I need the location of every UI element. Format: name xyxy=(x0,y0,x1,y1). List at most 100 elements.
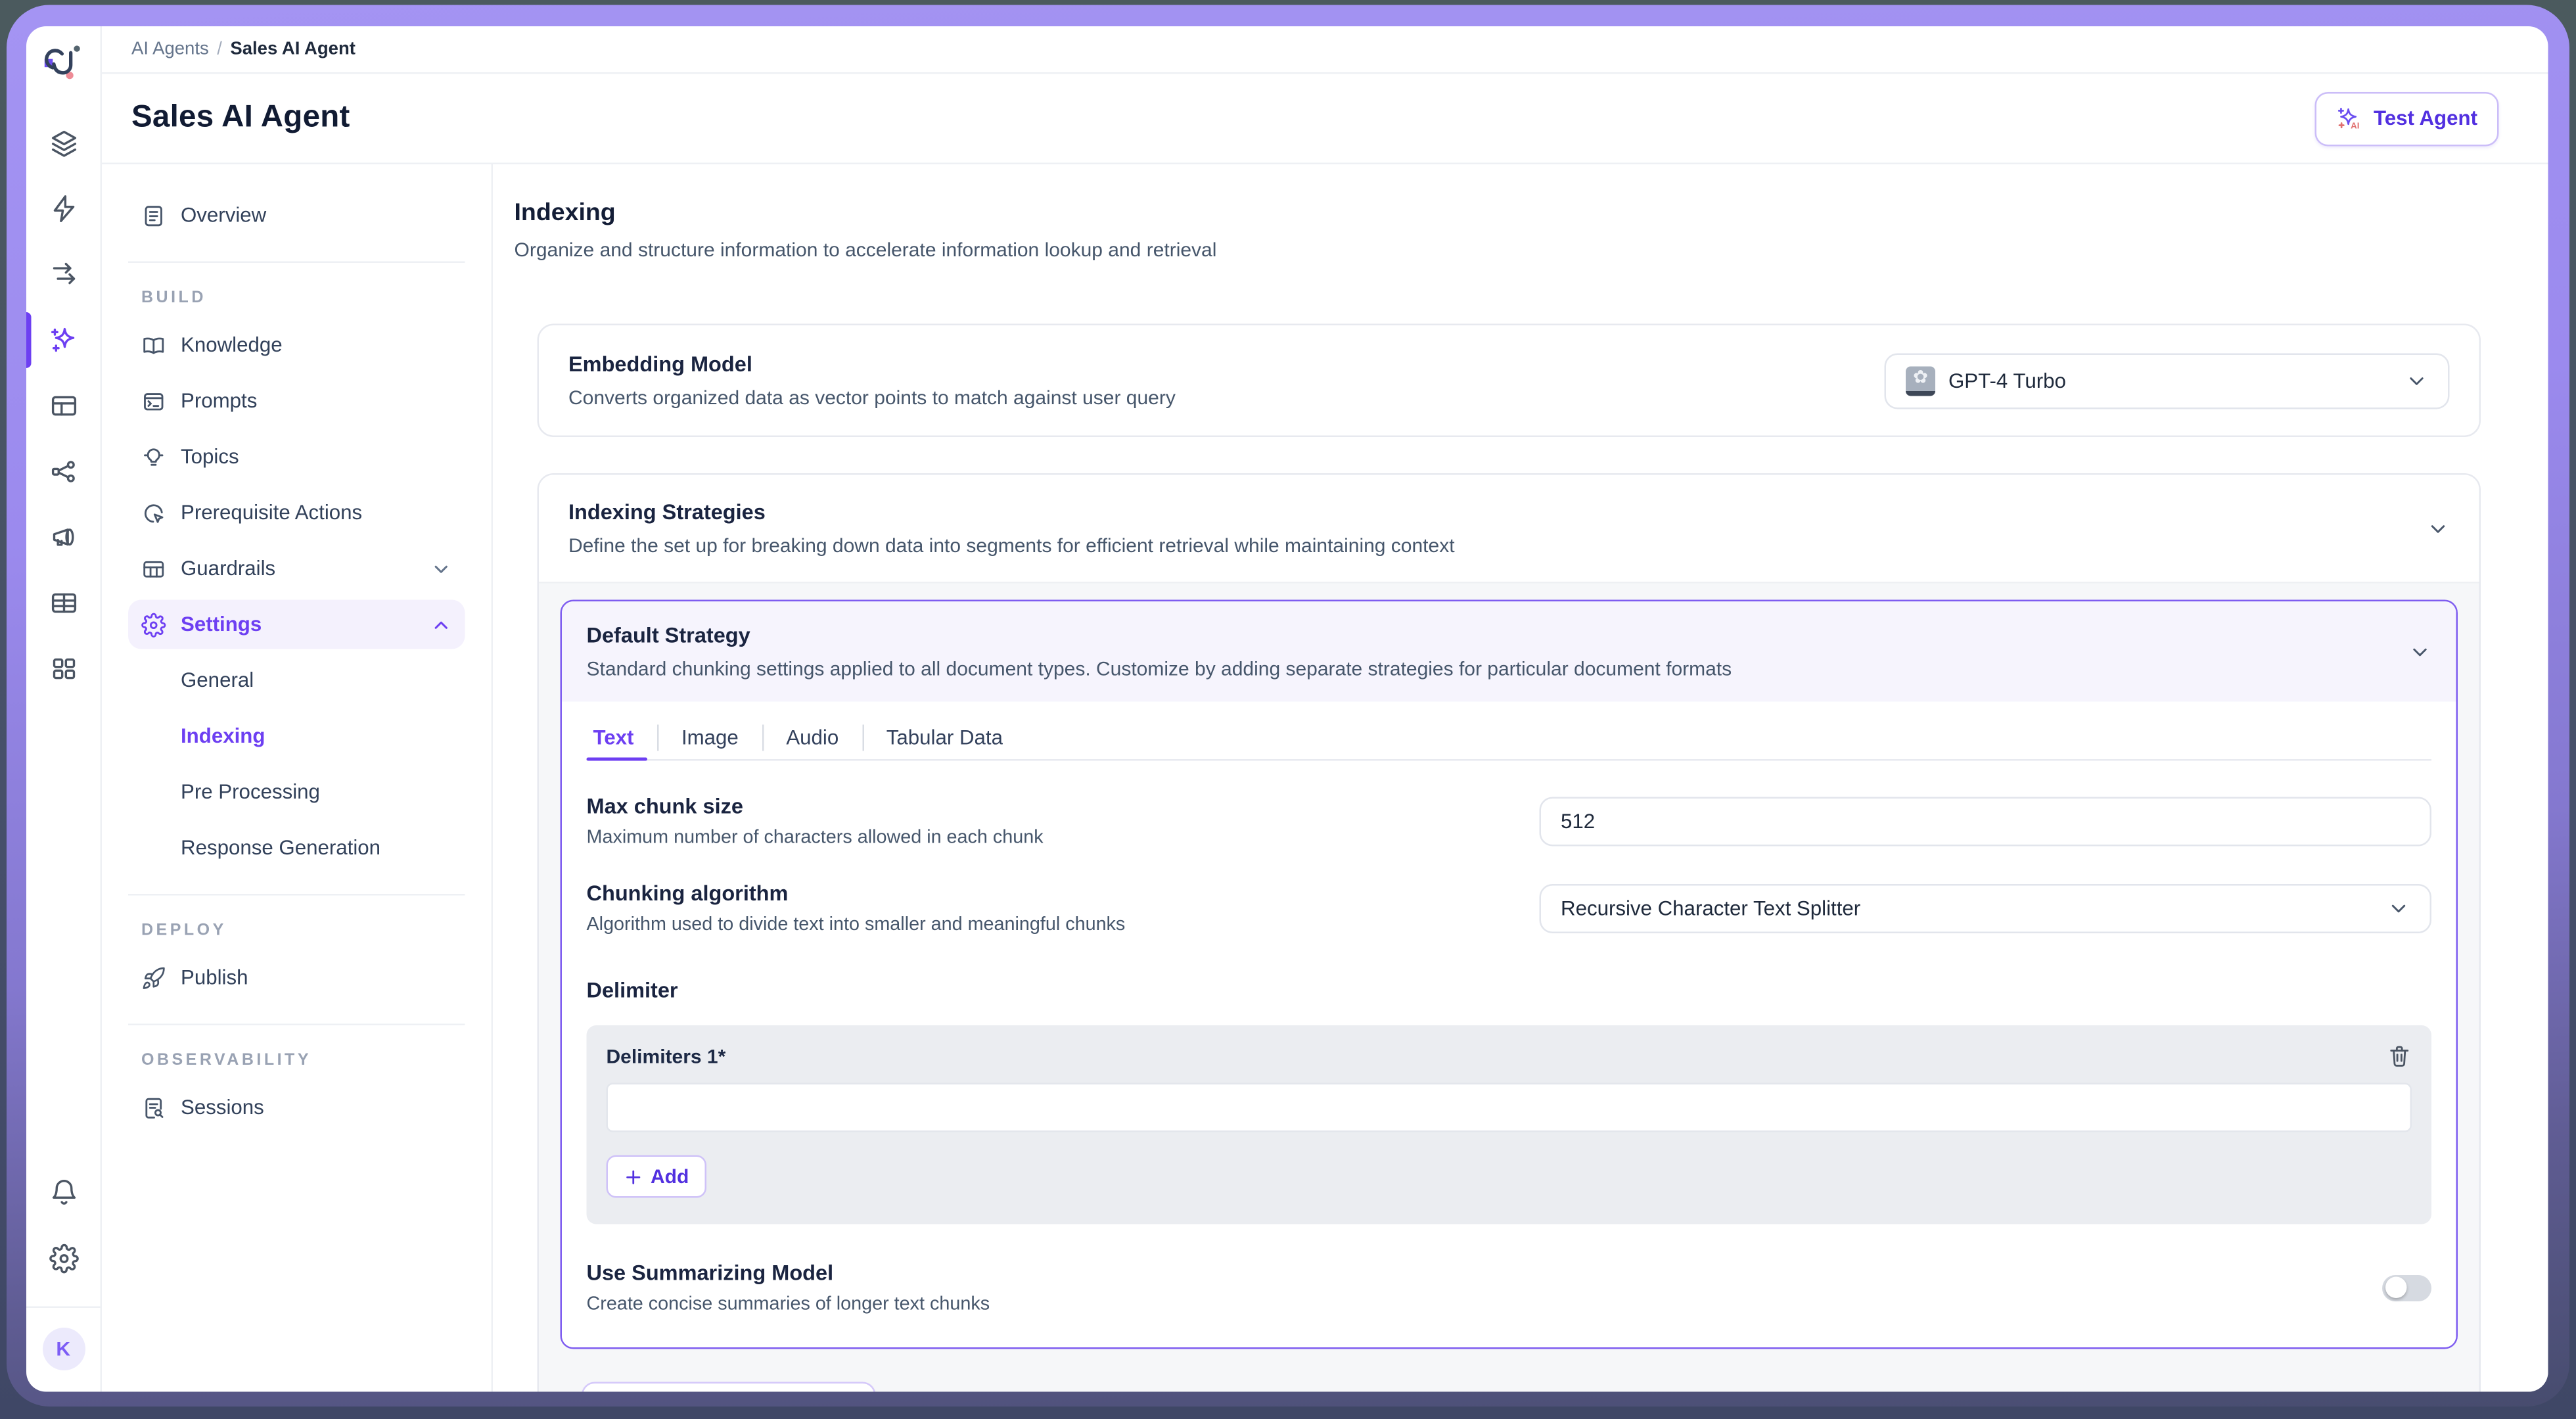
sidebar-item-knowledge[interactable]: Knowledge xyxy=(128,321,465,370)
indexing-strategies-header[interactable]: Indexing Strategies Define the set up fo… xyxy=(539,475,2479,582)
file-text-icon xyxy=(141,203,166,228)
max-chunk-size-label: Max chunk size xyxy=(587,794,1044,819)
trash-icon[interactable] xyxy=(2387,1044,2412,1069)
tab-image[interactable]: Image xyxy=(658,716,762,759)
breadcrumb-current: Sales AI Agent xyxy=(230,39,356,59)
sidebar-item-general[interactable]: General xyxy=(128,656,465,705)
sidebar-item-prerequisite-actions[interactable]: Prerequisite Actions xyxy=(128,488,465,538)
embedding-model-description: Converts organized data as vector points… xyxy=(568,386,1176,409)
summarizing-model-info: Use Summarizing Model Create concise sum… xyxy=(587,1261,990,1315)
sidebar-item-sessions[interactable]: Sessions xyxy=(128,1083,465,1132)
gear-icon[interactable] xyxy=(49,1244,78,1274)
sparkles-icon[interactable] xyxy=(49,325,78,355)
chevron-down-icon[interactable] xyxy=(2408,640,2431,663)
nav-section-observability: OBSERVABILITY xyxy=(141,1052,465,1070)
plus-icon xyxy=(624,1167,643,1186)
embedding-model-label: Embedding Model xyxy=(568,352,1176,377)
summarizing-model-toggle[interactable] xyxy=(2382,1274,2431,1301)
sidebar-item-indexing[interactable]: Indexing xyxy=(128,712,465,761)
add-delimiter-label: Add xyxy=(651,1165,689,1188)
rocket-icon xyxy=(141,965,166,990)
sidebar-item-settings[interactable]: Settings xyxy=(128,600,465,649)
zap-icon[interactable] xyxy=(49,194,78,223)
max-chunk-size-row: Max chunk size Maximum number of charact… xyxy=(587,794,2432,849)
default-strategy-header[interactable]: Default Strategy Standard chunking setti… xyxy=(562,601,2456,702)
rail-divider xyxy=(26,1307,101,1309)
tab-tabular-data[interactable]: Tabular Data xyxy=(863,716,1026,759)
max-chunk-size-input[interactable] xyxy=(1540,796,2432,845)
chunking-algorithm-info: Chunking algorithm Algorithm used to div… xyxy=(587,881,1126,935)
table-grid-icon xyxy=(141,556,166,581)
sidebar-item-publish[interactable]: Publish xyxy=(128,953,465,1002)
nav-divider xyxy=(128,262,465,264)
table-icon[interactable] xyxy=(49,588,78,618)
sidebar-item-overview[interactable]: Overview xyxy=(128,191,465,240)
sidebar-item-response-generation[interactable]: Response Generation xyxy=(128,824,465,873)
sidebar-item-label: Overview xyxy=(181,204,266,227)
sidebar-item-label: Settings xyxy=(181,613,262,636)
file-search-icon xyxy=(141,1095,166,1120)
delimiter-input[interactable] xyxy=(607,1083,2412,1132)
active-rail-indicator xyxy=(26,312,32,368)
max-chunk-size-description: Maximum number of characters allowed in … xyxy=(587,828,1044,848)
sidebar-item-label: Knowledge xyxy=(181,334,283,357)
svg-text:AI: AI xyxy=(2351,120,2359,129)
app-logo-icon[interactable] xyxy=(39,39,88,89)
nav-section-build: BUILD xyxy=(141,289,465,308)
breadcrumb-parent[interactable]: AI Agents xyxy=(131,39,209,59)
sidebar-item-prompts[interactable]: Prompts xyxy=(128,377,465,426)
megaphone-icon[interactable] xyxy=(49,523,78,552)
summarizing-model-label: Use Summarizing Model xyxy=(587,1261,990,1286)
indexing-strategies-body: Default Strategy Standard chunking setti… xyxy=(539,582,2479,1392)
chunking-algorithm-row: Chunking algorithm Algorithm used to div… xyxy=(587,881,2432,935)
sidebar-item-guardrails[interactable]: Guardrails xyxy=(128,544,465,593)
embedding-model-card: Embedding Model Converts organized data … xyxy=(538,324,2481,438)
sidebar-item-label: Topics xyxy=(181,446,239,469)
chevron-down-icon[interactable] xyxy=(2427,517,2450,540)
nav-divider xyxy=(128,894,465,896)
chevron-up-icon xyxy=(430,614,452,636)
bell-icon[interactable] xyxy=(49,1178,78,1208)
page-title: Sales AI Agent xyxy=(131,101,350,137)
embedding-model-select[interactable]: ✿ GPT-4 Turbo xyxy=(1885,352,2450,408)
avatar[interactable]: K xyxy=(42,1328,85,1370)
tab-audio[interactable]: Audio xyxy=(763,716,862,759)
sidebar-item-label: Sessions xyxy=(181,1096,264,1119)
chevron-down-icon xyxy=(430,558,452,580)
cursor-click-icon xyxy=(141,500,166,525)
chunking-algorithm-label: Chunking algorithm xyxy=(587,881,1126,906)
icon-rail: K xyxy=(26,26,102,1392)
settings-nav: Overview BUILD Knowledge xyxy=(102,164,493,1392)
default-strategy-description: Standard chunking settings applied to al… xyxy=(587,657,1732,680)
main-column: AI Agents / Sales AI Agent Sales AI Agen… xyxy=(102,26,2548,1392)
sidebar-item-pre-processing[interactable]: Pre Processing xyxy=(128,768,465,817)
chunking-algorithm-value: Recursive Character Text Splitter xyxy=(1561,896,1860,919)
toggle-knob xyxy=(2385,1277,2406,1299)
tab-text[interactable]: Text xyxy=(587,716,657,759)
arrows-right-icon[interactable] xyxy=(49,260,78,289)
delimiter-group-label: Delimiters 1* xyxy=(607,1044,726,1067)
summarizing-model-description: Create concise summaries of longer text … xyxy=(587,1295,990,1314)
sidebar-item-label: Publish xyxy=(181,966,248,989)
indexing-strategies-title: Indexing Strategies xyxy=(568,500,1455,524)
delimiter-label: Delimiter xyxy=(587,978,2432,1003)
add-delimiter-button[interactable]: Add xyxy=(607,1155,707,1198)
terminal-icon xyxy=(141,388,166,413)
page-header: Sales AI Agent AI Test Agent xyxy=(102,74,2548,165)
grid-icon[interactable] xyxy=(49,654,78,684)
indexing-strategies-description: Define the set up for breaking down data… xyxy=(568,534,1455,557)
default-strategy-body: Text Image Audio Tabular Data xyxy=(562,716,2456,1347)
layers-icon[interactable] xyxy=(49,128,78,158)
sidebar-item-topics[interactable]: Topics xyxy=(128,432,465,482)
nav-divider xyxy=(128,1024,465,1026)
chunking-algorithm-select[interactable]: Recursive Character Text Splitter xyxy=(1540,883,2432,933)
layout-icon[interactable] xyxy=(49,391,78,421)
indexing-strategies-info: Indexing Strategies Define the set up fo… xyxy=(568,500,1455,557)
sparkle-ai-icon: AI xyxy=(2335,105,2364,133)
new-indexing-strategy-button[interactable]: New Indexing Strategy xyxy=(582,1382,876,1392)
test-agent-button[interactable]: AI Test Agent xyxy=(2314,91,2499,146)
sidebar-item-label: Prerequisite Actions xyxy=(181,501,362,524)
share-icon[interactable] xyxy=(49,457,78,486)
default-strategy-title: Default Strategy xyxy=(587,623,1732,648)
strategy-tabs: Text Image Audio Tabular Data xyxy=(587,716,2432,761)
